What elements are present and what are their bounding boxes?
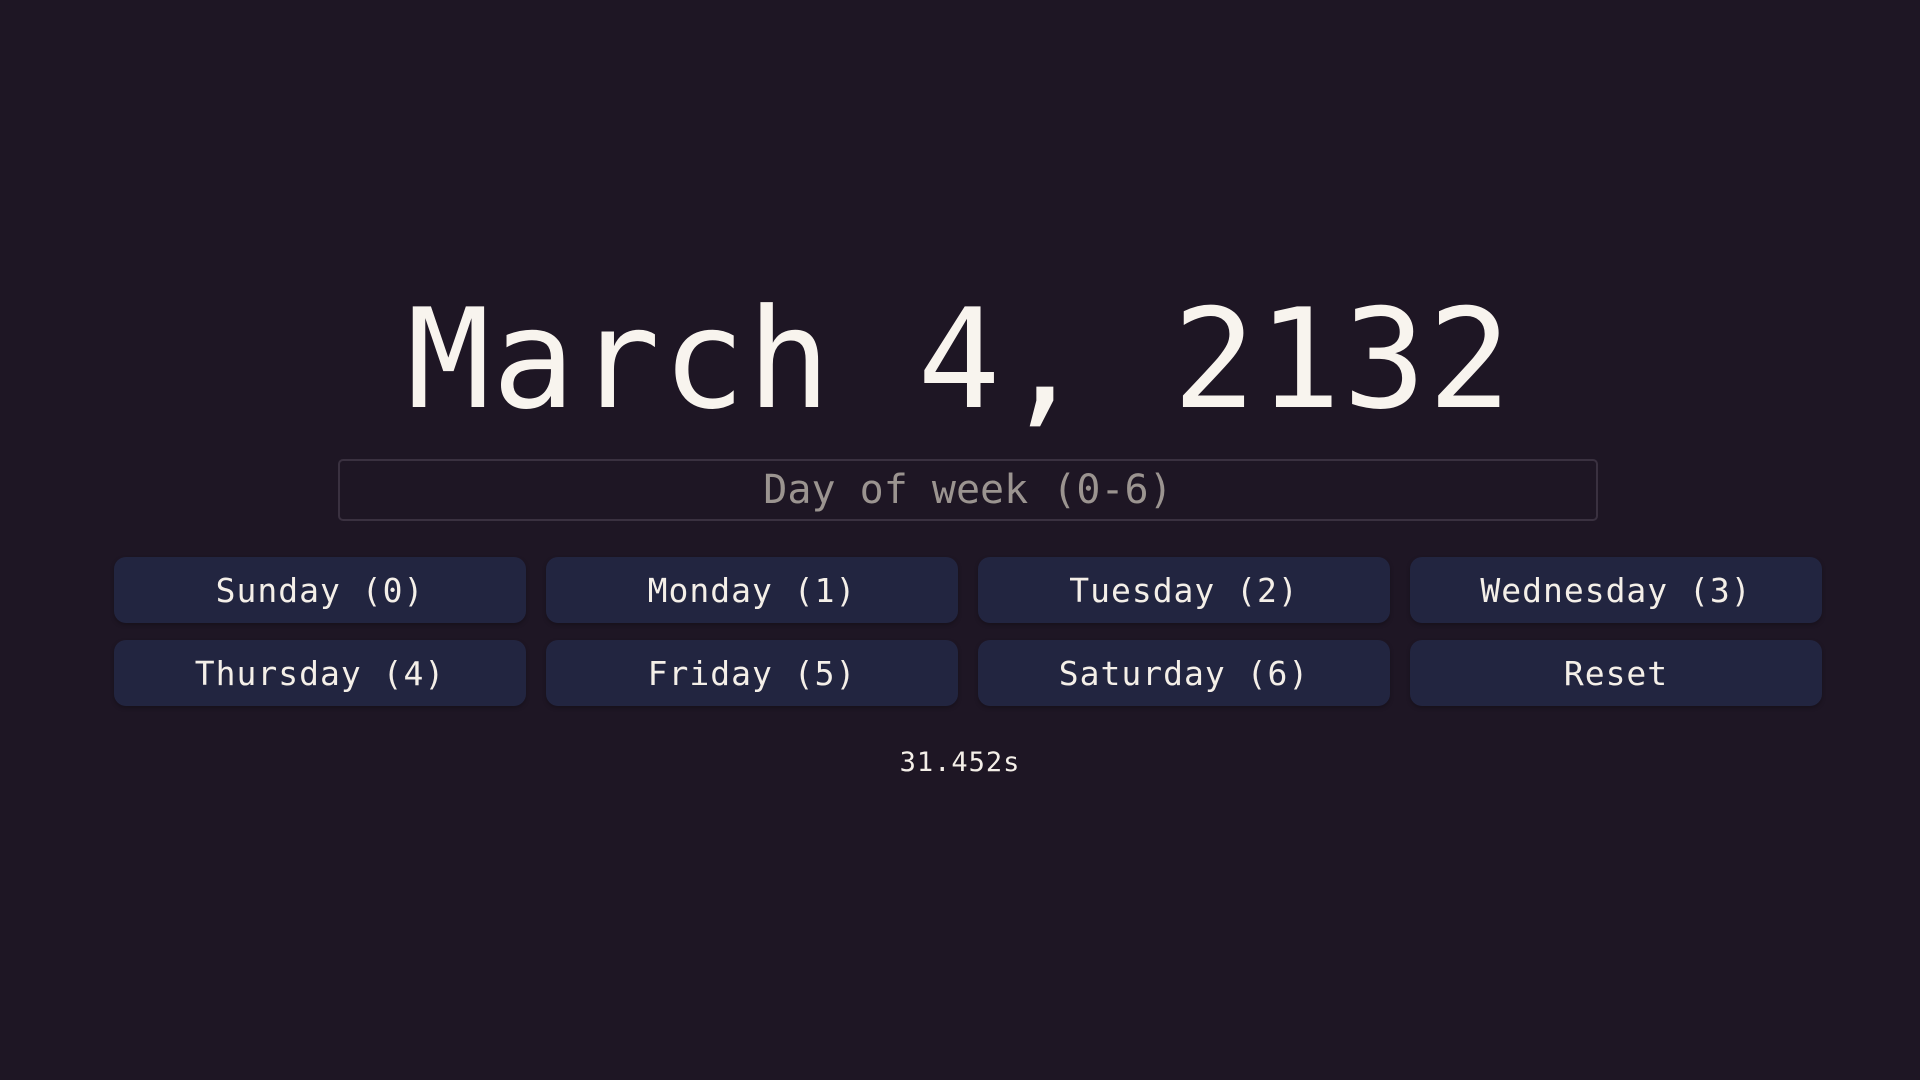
- app-root: March 4, 2132 Sunday (0) Monday (1) Tues…: [0, 0, 1920, 1080]
- monday-button[interactable]: Monday (1): [546, 557, 958, 623]
- wednesday-button[interactable]: Wednesday (3): [1410, 557, 1822, 623]
- sunday-button[interactable]: Sunday (0): [114, 557, 526, 623]
- day-of-week-input[interactable]: [338, 459, 1598, 521]
- saturday-button[interactable]: Saturday (6): [978, 640, 1390, 706]
- tuesday-button[interactable]: Tuesday (2): [978, 557, 1390, 623]
- thursday-button[interactable]: Thursday (4): [114, 640, 526, 706]
- friday-button[interactable]: Friday (5): [546, 640, 958, 706]
- day-button-grid: Sunday (0) Monday (1) Tuesday (2) Wednes…: [114, 557, 1822, 706]
- elapsed-timer: 31.452s: [899, 747, 1021, 778]
- date-heading: March 4, 2132: [406, 279, 1514, 440]
- reset-button[interactable]: Reset: [1410, 640, 1822, 706]
